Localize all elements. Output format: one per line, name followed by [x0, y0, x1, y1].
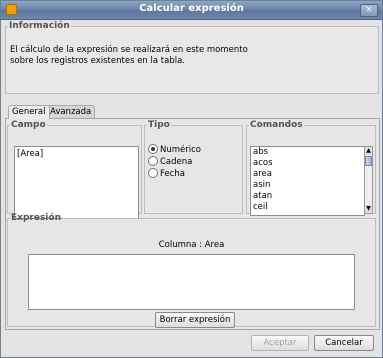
- arrow-up-icon[interactable]: ▲: [365, 147, 372, 155]
- radio-circle[interactable]: [148, 167, 158, 178]
- comandos-panel: Comandos abs acos area asin atan ceil ▲ …: [246, 120, 376, 216]
- comando-item[interactable]: acos: [251, 158, 364, 169]
- campo-legend: Campo: [11, 120, 46, 130]
- campo-list[interactable]: [Area]: [14, 146, 139, 219]
- tab-avanzada[interactable]: Avanzada: [46, 105, 96, 119]
- comando-item[interactable]: atan: [251, 191, 364, 202]
- info-panel: Información El cálculo de la expresión s…: [5, 21, 379, 94]
- info-legend: Información: [9, 21, 70, 31]
- expression-textarea[interactable]: [28, 254, 355, 310]
- radio-label: Cadena: [160, 157, 193, 167]
- comando-item[interactable]: abs: [251, 147, 364, 158]
- comandos-list[interactable]: abs acos area asin atan ceil: [250, 146, 365, 216]
- aceptar-button[interactable]: Aceptar: [251, 335, 309, 351]
- title-bar[interactable]: Calcular expresión ✕: [1, 1, 382, 20]
- radio-numerico[interactable]: Numérico: [148, 143, 201, 156]
- tipo-legend: Tipo: [148, 120, 170, 130]
- radio-circle[interactable]: [148, 155, 158, 166]
- comando-item[interactable]: area: [251, 169, 364, 180]
- scrollbar-thumb[interactable]: [365, 156, 372, 166]
- columna-label: Columna : Area: [158, 240, 225, 250]
- window-title: Calcular expresión: [139, 3, 244, 14]
- radio-cadena[interactable]: Cadena: [148, 155, 193, 168]
- tab-general[interactable]: General: [8, 105, 50, 119]
- comandos-legend: Comandos: [250, 120, 303, 130]
- close-button[interactable]: ✕: [360, 4, 378, 17]
- expresion-legend: Expresión: [11, 213, 61, 223]
- cancelar-button[interactable]: Cancelar: [314, 335, 374, 351]
- info-text: El cálculo de la expresión se realizará …: [10, 45, 248, 67]
- comandos-scrollbar[interactable]: ▲ ▼: [364, 146, 373, 214]
- comando-item[interactable]: asin: [251, 180, 364, 191]
- dialog-window: Calcular expresión ✕ Información El cálc…: [0, 0, 383, 358]
- radio-circle[interactable]: [148, 143, 158, 154]
- expresion-panel: Expresión Columna : Area Borrar expresió…: [7, 213, 376, 328]
- radio-label: Fecha: [160, 169, 185, 179]
- info-line-1: El cálculo de la expresión se realizará …: [10, 45, 248, 55]
- radio-label: Numérico: [160, 145, 201, 155]
- tipo-panel: Tipo Numérico Cadena Fecha: [144, 120, 243, 214]
- borrar-expresion-button[interactable]: Borrar expresión: [155, 312, 235, 328]
- comando-item[interactable]: ceil: [251, 202, 364, 213]
- campo-item[interactable]: [Area]: [17, 149, 43, 159]
- radio-fecha[interactable]: Fecha: [148, 167, 185, 180]
- arrow-down-icon[interactable]: ▼: [365, 205, 372, 213]
- close-icon: ✕: [365, 5, 373, 14]
- info-line-2: sobre los registros existentes en la tab…: [10, 56, 185, 66]
- campo-panel: Campo [Area]: [7, 120, 142, 219]
